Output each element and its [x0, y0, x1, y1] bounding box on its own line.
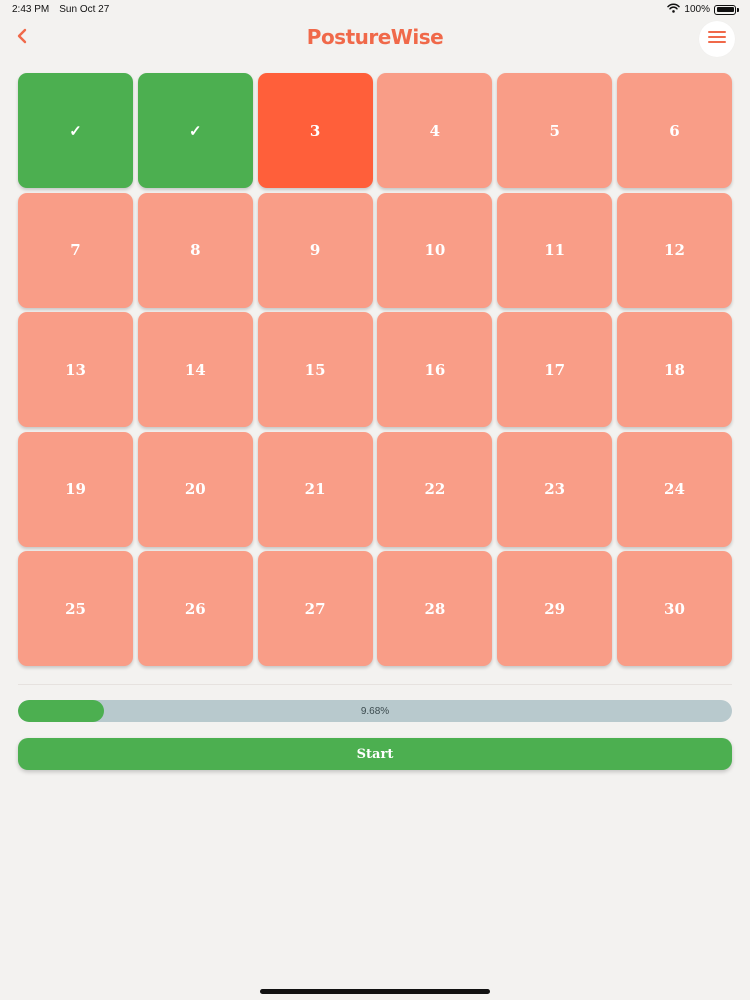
divider — [18, 684, 732, 685]
day-number: 9 — [309, 241, 321, 259]
wifi-icon — [667, 3, 681, 16]
day-number: 3 — [309, 121, 321, 140]
day-tile[interactable]: 15 — [257, 312, 373, 427]
day-tile[interactable]: 9 — [257, 192, 373, 308]
day-tile[interactable]: 16 — [377, 312, 493, 427]
day-number: 16 — [424, 360, 446, 379]
day-number: 19 — [65, 480, 86, 498]
day-tile[interactable]: 7 — [18, 192, 133, 308]
day-tile[interactable]: 17 — [497, 312, 613, 427]
day-number: 20 — [184, 480, 206, 498]
day-tile[interactable]: ✓ — [137, 73, 253, 188]
day-number: 23 — [544, 480, 566, 498]
day-number: 18 — [664, 360, 685, 379]
day-grid: ✓ ✓ 3 4 5 6 7 8 9 10 11 12 13 14 15 16 17 18 19 20 21 22 23 24 2… — [18, 73, 732, 666]
day-tile[interactable]: 22 — [377, 431, 493, 547]
day-number: 4 — [429, 121, 441, 140]
day-number: 10 — [424, 241, 446, 259]
day-number: 11 — [544, 241, 566, 259]
day-number: 30 — [664, 599, 685, 618]
day-tile[interactable]: 24 — [616, 431, 732, 547]
status-date: Sun Oct 27 — [59, 4, 110, 15]
day-tile[interactable]: 19 — [18, 431, 133, 547]
day-tile[interactable]: 30 — [616, 551, 732, 666]
day-tile[interactable]: 14 — [137, 312, 253, 427]
checkmark-icon: ✓ — [69, 121, 82, 140]
day-number: 29 — [544, 599, 566, 618]
day-number: 15 — [304, 360, 326, 379]
day-number: 12 — [664, 241, 685, 259]
day-number: 5 — [549, 121, 560, 140]
day-tile[interactable]: 25 — [18, 551, 133, 666]
day-tile[interactable]: 18 — [616, 312, 732, 427]
day-tile[interactable]: 27 — [257, 551, 373, 666]
day-number: 6 — [669, 121, 680, 140]
day-tile[interactable]: 10 — [377, 192, 493, 308]
status-bar: 2:43 PM Sun Oct 27 100% — [0, 0, 750, 20]
day-tile[interactable]: 5 — [497, 73, 613, 188]
app-title: PostureWise — [306, 25, 444, 49]
battery-percent: 100% — [684, 4, 710, 15]
day-tile[interactable]: 26 — [137, 551, 253, 666]
day-number: 14 — [184, 360, 206, 379]
status-left: 2:43 PM Sun Oct 27 — [12, 4, 109, 15]
start-button[interactable]: Start — [18, 738, 732, 770]
battery-icon — [714, 4, 739, 15]
day-tile[interactable]: 23 — [497, 431, 613, 547]
progress-label: 9.68% — [360, 705, 390, 717]
checkmark-icon: ✓ — [189, 121, 202, 140]
menu-button[interactable] — [699, 21, 735, 57]
progress-bar: 9.68% — [18, 700, 732, 722]
day-number: 27 — [304, 599, 326, 618]
day-tile[interactable]: 12 — [616, 192, 732, 308]
day-tile[interactable]: 29 — [497, 551, 613, 666]
day-tile[interactable]: 6 — [616, 73, 732, 188]
status-time: 2:43 PM — [12, 4, 50, 15]
day-tile[interactable]: 21 — [257, 431, 373, 547]
day-number: 8 — [190, 241, 201, 259]
home-indicator — [260, 989, 490, 994]
day-number: 7 — [70, 241, 81, 259]
hamburger-menu-icon — [708, 30, 726, 49]
day-number: 28 — [424, 599, 446, 618]
nav-bar: PostureWise — [0, 20, 750, 62]
day-number: 24 — [664, 480, 685, 498]
day-tile[interactable]: 11 — [497, 192, 613, 308]
day-tile[interactable]: 3 — [257, 73, 373, 188]
day-tile[interactable]: 20 — [137, 431, 253, 547]
status-right: 100% — [667, 3, 739, 16]
day-tile[interactable]: 8 — [137, 192, 253, 308]
day-number: 13 — [65, 360, 86, 379]
day-number: 22 — [424, 480, 446, 498]
day-tile[interactable]: ✓ — [18, 73, 133, 188]
day-number: 26 — [184, 599, 206, 618]
day-number: 25 — [65, 599, 86, 618]
day-number: 17 — [544, 360, 566, 379]
day-number: 21 — [304, 480, 326, 498]
day-tile[interactable]: 28 — [377, 551, 493, 666]
day-tile[interactable]: 4 — [377, 73, 493, 188]
day-tile[interactable]: 13 — [18, 312, 133, 427]
